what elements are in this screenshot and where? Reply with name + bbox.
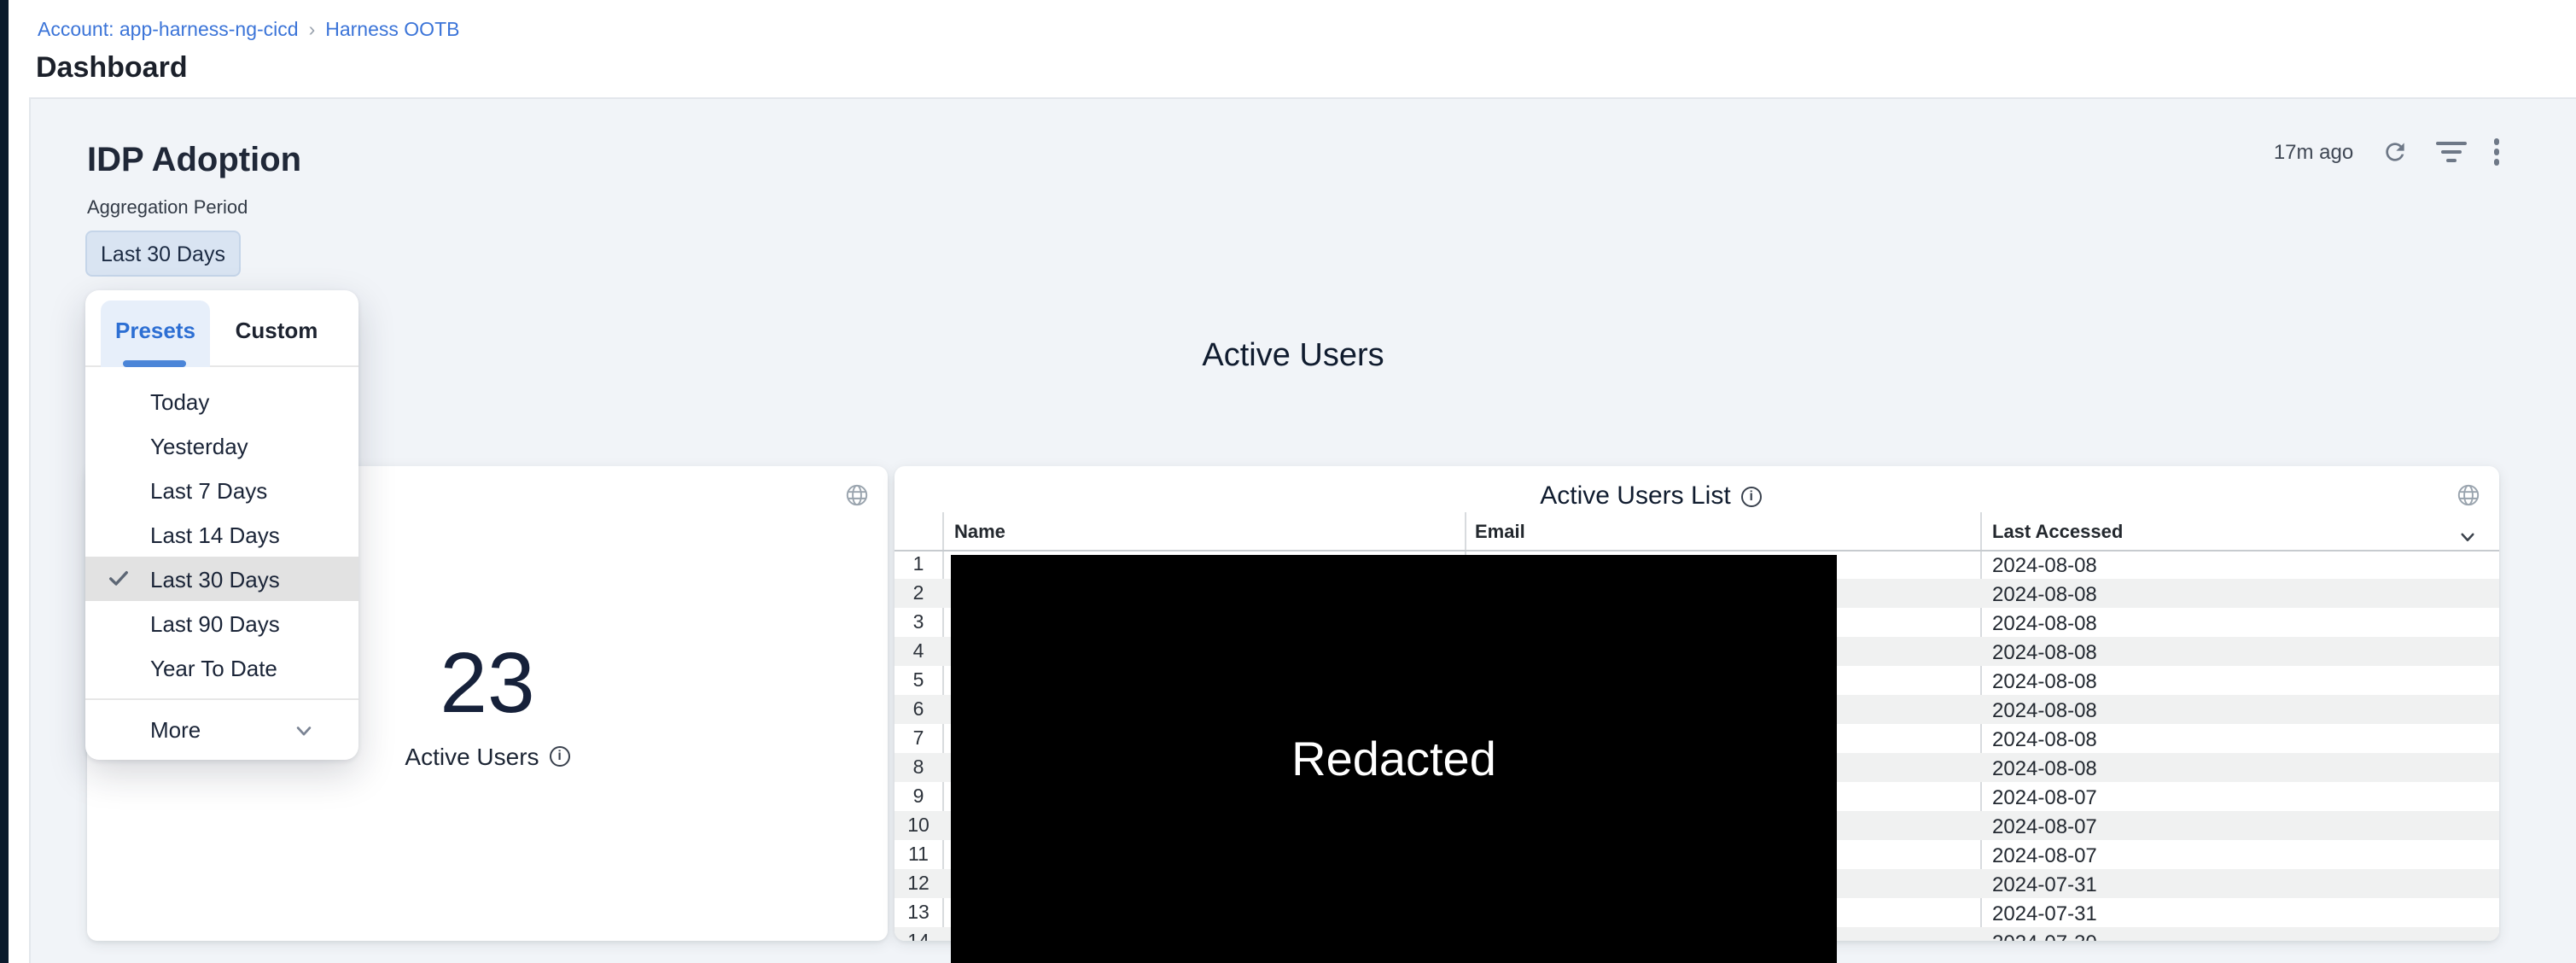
menu-item-more[interactable]: More	[85, 700, 358, 760]
kebab-menu-icon[interactable]	[2493, 138, 2499, 166]
info-icon[interactable]: i	[1741, 486, 1762, 506]
tab-custom[interactable]: Custom	[229, 301, 324, 367]
breadcrumb-account-link[interactable]: Account: app-harness-ng-cicd	[38, 20, 299, 41]
dashboard-toolbar: 17m ago	[2293, 137, 2499, 167]
active-tab-indicator	[123, 360, 186, 367]
dashboard-page: Account: app-harness-ng-cicd › Harness OOT…	[0, 0, 2576, 963]
aggregation-period-button[interactable]: Last 30 Days	[85, 231, 241, 277]
column-header-email[interactable]: Email	[1475, 522, 1525, 543]
active-users-stat-label: Active Users i	[405, 742, 569, 769]
active-users-count: 23	[440, 638, 534, 727]
last-refreshed-label: 17m ago	[2274, 140, 2353, 164]
preset-menu: Today Yesterday Last 7 Days Last 14 Days…	[85, 379, 358, 690]
breadcrumb: Account: app-harness-ng-cicd › Harness OOT…	[38, 19, 459, 44]
list-title-row: Active Users List i	[895, 482, 2499, 511]
refresh-icon[interactable]	[2381, 138, 2408, 166]
dashboard-title: IDP Adoption	[87, 142, 301, 181]
page-title: Dashboard	[36, 51, 188, 85]
menu-item-last-90-days[interactable]: Last 90 Days	[85, 601, 358, 645]
active-users-section-title: Active Users	[87, 338, 2499, 376]
column-header-last-accessed[interactable]: Last Accessed	[1992, 522, 2123, 543]
chevron-down-icon	[294, 721, 314, 741]
column-header-name[interactable]: Name	[954, 522, 1005, 543]
breadcrumb-separator: ›	[309, 20, 316, 41]
active-users-list-title: Active Users List	[1540, 482, 1730, 511]
menu-item-last-7-days[interactable]: Last 7 Days	[85, 468, 358, 512]
breadcrumb-current-link[interactable]: Harness OOTB	[325, 20, 459, 41]
redacted-label: Redacted	[1291, 732, 1496, 786]
filter-icon[interactable]	[2435, 142, 2466, 162]
aggregation-dropdown: Presets Custom Today Yesterday Last 7 Da…	[85, 290, 358, 760]
check-icon	[108, 567, 130, 594]
nav-rail-edge	[0, 0, 9, 963]
menu-item-today[interactable]: Today	[85, 379, 358, 423]
menu-item-last-30-days[interactable]: Last 30 Days	[85, 557, 358, 601]
dropdown-tabs: Presets Custom	[85, 290, 358, 367]
menu-item-yesterday[interactable]: Yesterday	[85, 423, 358, 468]
redacted-overlay: Redacted	[951, 555, 1837, 963]
menu-item-year-to-date[interactable]: Year To Date	[85, 645, 358, 690]
aggregation-period-label: Aggregation Period	[87, 198, 248, 219]
tab-presets[interactable]: Presets	[101, 301, 210, 367]
info-icon[interactable]: i	[550, 745, 570, 766]
menu-item-last-14-days[interactable]: Last 14 Days	[85, 512, 358, 557]
